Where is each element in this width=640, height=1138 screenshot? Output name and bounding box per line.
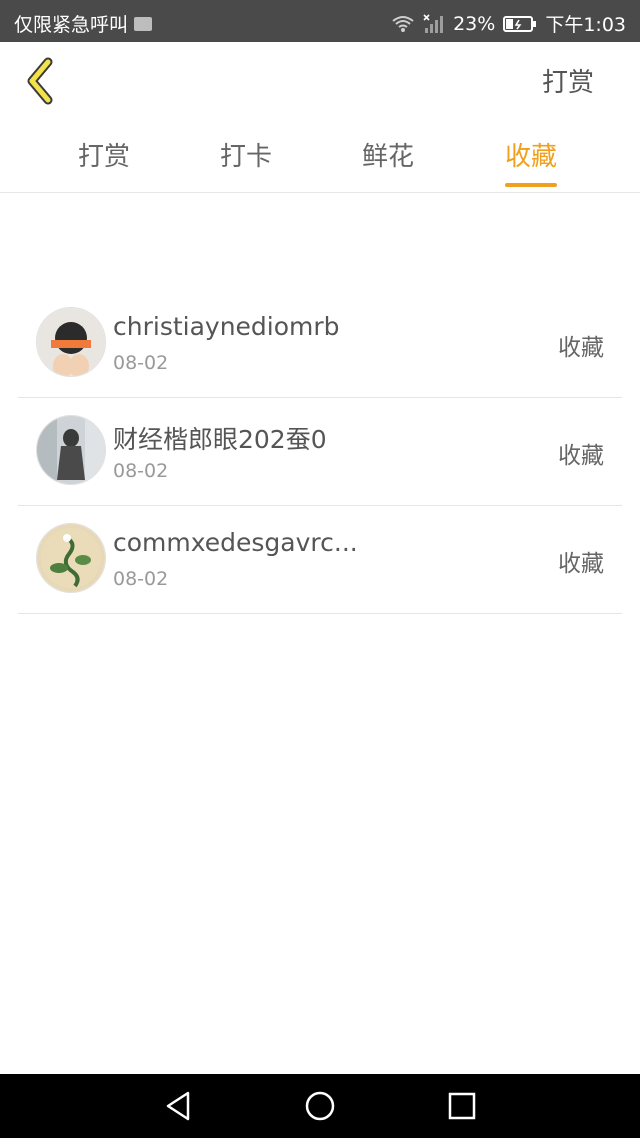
status-right: 23% 下午1:03 bbox=[391, 10, 626, 37]
list-item[interactable]: commxedesgavrc... 08-02 收藏 bbox=[18, 506, 622, 614]
tab-label: 打赏 bbox=[78, 142, 131, 172]
tab-label: 打卡 bbox=[220, 142, 273, 172]
avatar bbox=[36, 415, 106, 485]
back-button[interactable] bbox=[22, 56, 66, 106]
user-name: commxedesgavrc... bbox=[113, 528, 358, 557]
nav-recent-button[interactable] bbox=[444, 1088, 480, 1124]
tab-flowers[interactable]: 鲜花 bbox=[362, 136, 414, 173]
active-tab-indicator bbox=[505, 183, 558, 187]
nav-back-button[interactable] bbox=[160, 1088, 196, 1124]
item-date: 08-02 bbox=[113, 460, 169, 482]
header: 打赏 bbox=[0, 42, 640, 122]
list-item[interactable]: christiaynediomrb 08-02 收藏 bbox=[18, 290, 622, 398]
avatar bbox=[36, 523, 106, 593]
battery-percent: 23% bbox=[453, 12, 496, 35]
tab-checkin[interactable]: 打卡 bbox=[220, 136, 272, 173]
square-recent-icon bbox=[448, 1092, 476, 1120]
user-name: 财经楷郎眼202蚕0 bbox=[113, 425, 327, 454]
tab-favorites[interactable]: 收藏 bbox=[505, 136, 558, 187]
item-date: 08-02 bbox=[113, 352, 169, 374]
system-nav-bar bbox=[0, 1074, 640, 1138]
back-chevron-icon bbox=[27, 57, 53, 105]
item-date: 08-02 bbox=[113, 568, 169, 590]
tab-label: 收藏 bbox=[505, 142, 558, 172]
favorites-list: christiaynediomrb 08-02 收藏 财经楷郎眼202蚕0 08… bbox=[18, 290, 622, 614]
battery-icon bbox=[503, 15, 537, 32]
item-action: 收藏 bbox=[558, 443, 604, 469]
triangle-back-icon bbox=[166, 1091, 190, 1121]
nav-home-button[interactable] bbox=[302, 1088, 338, 1124]
signal-icon bbox=[423, 13, 445, 34]
status-emergency-text: 仅限紧急呼叫 bbox=[14, 14, 129, 36]
header-reward-button[interactable]: 打赏 bbox=[542, 62, 594, 99]
status-time: 下午1:03 bbox=[545, 14, 626, 36]
status-left: 仅限紧急呼叫 bbox=[14, 10, 153, 37]
user-name: christiaynediomrb bbox=[113, 312, 340, 341]
avatar bbox=[36, 307, 106, 377]
tab-label: 鲜花 bbox=[362, 142, 415, 172]
item-action: 收藏 bbox=[558, 335, 604, 361]
tab-bar: 打赏 打卡 鲜花 收藏 bbox=[0, 122, 640, 193]
item-action: 收藏 bbox=[558, 551, 604, 577]
circle-home-icon bbox=[305, 1091, 335, 1121]
list-item[interactable]: 财经楷郎眼202蚕0 08-02 收藏 bbox=[18, 398, 622, 506]
mms-icon bbox=[134, 16, 153, 31]
wifi-icon bbox=[391, 15, 415, 33]
tab-reward[interactable]: 打赏 bbox=[78, 136, 130, 173]
status-bar: 仅限紧急呼叫 23% 下午1:03 bbox=[0, 0, 640, 42]
